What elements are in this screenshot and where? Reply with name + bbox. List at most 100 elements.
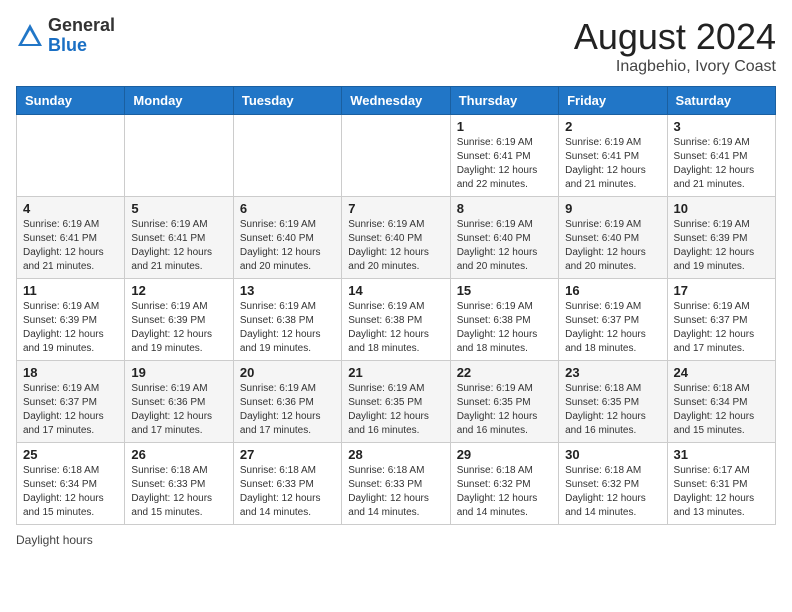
- calendar-body: 1 Sunrise: 6:19 AM Sunset: 6:41 PM Daylig…: [17, 115, 776, 525]
- daylight-hours-label: Daylight hours: [16, 533, 93, 547]
- day-detail: Sunrise: 6:19 AM Sunset: 6:39 PM Dayligh…: [131, 300, 226, 356]
- day-detail: Sunrise: 6:18 AM Sunset: 6:35 PM Dayligh…: [565, 382, 660, 438]
- day-detail: Sunrise: 6:19 AM Sunset: 6:39 PM Dayligh…: [674, 218, 769, 274]
- day-detail: Sunrise: 6:19 AM Sunset: 6:35 PM Dayligh…: [348, 382, 443, 438]
- calendar-cell: 5 Sunrise: 6:19 AM Sunset: 6:41 PM Daylig…: [125, 197, 233, 279]
- calendar-week-row: 18Sunrise: 6:19 AM Sunset: 6:37 PM Dayli…: [17, 361, 776, 443]
- logo-icon: [16, 22, 44, 50]
- calendar-cell: 24 Sunrise: 6:18 AM Sunset: 6:34 PM Dayli…: [667, 361, 775, 443]
- day-number: 16: [565, 283, 660, 298]
- day-number: 14: [348, 283, 443, 298]
- day-number: 26: [131, 447, 226, 462]
- day-header-thursday: Thursday: [450, 87, 558, 115]
- day-header-monday: Monday: [125, 87, 233, 115]
- footer-note: Daylight hours: [16, 533, 776, 547]
- day-number: 24: [674, 365, 769, 380]
- calendar-cell: [233, 115, 341, 197]
- calendar-table: SundayMondayTuesdayWednesdayThursdayFrid…: [16, 86, 776, 525]
- day-detail: Sunrise: 6:19 AM Sunset: 6:38 PM Dayligh…: [348, 300, 443, 356]
- day-header-saturday: Saturday: [667, 87, 775, 115]
- day-header-tuesday: Tuesday: [233, 87, 341, 115]
- day-detail: Sunrise: 6:19 AM Sunset: 6:40 PM Dayligh…: [565, 218, 660, 274]
- calendar-cell: 10Sunrise: 6:19 AM Sunset: 6:39 PM Dayli…: [667, 197, 775, 279]
- day-number: 2: [565, 119, 660, 134]
- day-number: 1: [457, 119, 552, 134]
- day-number: 11: [23, 283, 118, 298]
- day-detail: Sunrise: 6:19 AM Sunset: 6:37 PM Dayligh…: [23, 382, 118, 438]
- day-header-sunday: Sunday: [17, 87, 125, 115]
- calendar-cell: 2 Sunrise: 6:19 AM Sunset: 6:41 PM Daylig…: [559, 115, 667, 197]
- day-number: 3: [674, 119, 769, 134]
- calendar-week-row: 11 Sunrise: 6:19 AM Sunset: 6:39 PM Dayli…: [17, 279, 776, 361]
- day-number: 29: [457, 447, 552, 462]
- day-number: 6: [240, 201, 335, 216]
- calendar-cell: 6 Sunrise: 6:19 AM Sunset: 6:40 PM Daylig…: [233, 197, 341, 279]
- calendar-cell: 12 Sunrise: 6:19 AM Sunset: 6:39 PM Dayli…: [125, 279, 233, 361]
- calendar-cell: 14 Sunrise: 6:19 AM Sunset: 6:38 PM Dayli…: [342, 279, 450, 361]
- calendar-week-row: 1 Sunrise: 6:19 AM Sunset: 6:41 PM Daylig…: [17, 115, 776, 197]
- calendar-cell: 17Sunrise: 6:19 AM Sunset: 6:37 PM Dayli…: [667, 279, 775, 361]
- calendar-cell: 30Sunrise: 6:18 AM Sunset: 6:32 PM Dayli…: [559, 443, 667, 525]
- calendar-cell: 31 Sunrise: 6:17 AM Sunset: 6:31 PM Dayli…: [667, 443, 775, 525]
- month-year-title: August 2024: [574, 16, 776, 58]
- logo-text: General Blue: [48, 16, 115, 56]
- day-detail: Sunrise: 6:19 AM Sunset: 6:39 PM Dayligh…: [23, 300, 118, 356]
- day-detail: Sunrise: 6:18 AM Sunset: 6:34 PM Dayligh…: [674, 382, 769, 438]
- day-number: 25: [23, 447, 118, 462]
- calendar-cell: 3 Sunrise: 6:19 AM Sunset: 6:41 PM Daylig…: [667, 115, 775, 197]
- calendar-week-row: 4Sunrise: 6:19 AM Sunset: 6:41 PM Daylig…: [17, 197, 776, 279]
- calendar-cell: 16 Sunrise: 6:19 AM Sunset: 6:37 PM Dayli…: [559, 279, 667, 361]
- day-detail: Sunrise: 6:18 AM Sunset: 6:33 PM Dayligh…: [240, 464, 335, 520]
- calendar-cell: [17, 115, 125, 197]
- calendar-cell: 13Sunrise: 6:19 AM Sunset: 6:38 PM Dayli…: [233, 279, 341, 361]
- calendar-cell: [125, 115, 233, 197]
- day-number: 28: [348, 447, 443, 462]
- day-detail: Sunrise: 6:19 AM Sunset: 6:36 PM Dayligh…: [240, 382, 335, 438]
- day-number: 31: [674, 447, 769, 462]
- calendar-cell: 7Sunrise: 6:19 AM Sunset: 6:40 PM Daylig…: [342, 197, 450, 279]
- day-detail: Sunrise: 6:18 AM Sunset: 6:33 PM Dayligh…: [348, 464, 443, 520]
- day-header-friday: Friday: [559, 87, 667, 115]
- day-number: 5: [131, 201, 226, 216]
- day-detail: Sunrise: 6:19 AM Sunset: 6:41 PM Dayligh…: [565, 136, 660, 192]
- day-detail: Sunrise: 6:18 AM Sunset: 6:32 PM Dayligh…: [457, 464, 552, 520]
- day-detail: Sunrise: 6:19 AM Sunset: 6:37 PM Dayligh…: [674, 300, 769, 356]
- day-detail: Sunrise: 6:19 AM Sunset: 6:35 PM Dayligh…: [457, 382, 552, 438]
- day-number: 15: [457, 283, 552, 298]
- calendar-header: SundayMondayTuesdayWednesdayThursdayFrid…: [17, 87, 776, 115]
- day-detail: Sunrise: 6:19 AM Sunset: 6:38 PM Dayligh…: [457, 300, 552, 356]
- day-detail: Sunrise: 6:19 AM Sunset: 6:37 PM Dayligh…: [565, 300, 660, 356]
- calendar-cell: 27Sunrise: 6:18 AM Sunset: 6:33 PM Dayli…: [233, 443, 341, 525]
- location-subtitle: Inagbehio, Ivory Coast: [574, 58, 776, 76]
- day-number: 12: [131, 283, 226, 298]
- calendar-cell: 18Sunrise: 6:19 AM Sunset: 6:37 PM Dayli…: [17, 361, 125, 443]
- calendar-cell: 21Sunrise: 6:19 AM Sunset: 6:35 PM Dayli…: [342, 361, 450, 443]
- calendar-cell: 28 Sunrise: 6:18 AM Sunset: 6:33 PM Dayli…: [342, 443, 450, 525]
- calendar-cell: 11 Sunrise: 6:19 AM Sunset: 6:39 PM Dayli…: [17, 279, 125, 361]
- day-number: 7: [348, 201, 443, 216]
- title-section: August 2024 Inagbehio, Ivory Coast: [574, 16, 776, 76]
- day-number: 13: [240, 283, 335, 298]
- day-detail: Sunrise: 6:18 AM Sunset: 6:34 PM Dayligh…: [23, 464, 118, 520]
- day-number: 23: [565, 365, 660, 380]
- calendar-cell: 15 Sunrise: 6:19 AM Sunset: 6:38 PM Dayli…: [450, 279, 558, 361]
- calendar-cell: 29 Sunrise: 6:18 AM Sunset: 6:32 PM Dayli…: [450, 443, 558, 525]
- calendar-cell: 23 Sunrise: 6:18 AM Sunset: 6:35 PM Dayli…: [559, 361, 667, 443]
- day-detail: Sunrise: 6:17 AM Sunset: 6:31 PM Dayligh…: [674, 464, 769, 520]
- day-detail: Sunrise: 6:19 AM Sunset: 6:41 PM Dayligh…: [131, 218, 226, 274]
- calendar-cell: 19Sunrise: 6:19 AM Sunset: 6:36 PM Dayli…: [125, 361, 233, 443]
- calendar-cell: 25 Sunrise: 6:18 AM Sunset: 6:34 PM Dayli…: [17, 443, 125, 525]
- calendar-cell: 9Sunrise: 6:19 AM Sunset: 6:40 PM Daylig…: [559, 197, 667, 279]
- day-number: 22: [457, 365, 552, 380]
- day-detail: Sunrise: 6:19 AM Sunset: 6:41 PM Dayligh…: [23, 218, 118, 274]
- page-header: General Blue August 2024 Inagbehio, Ivor…: [16, 16, 776, 76]
- day-number: 8: [457, 201, 552, 216]
- day-detail: Sunrise: 6:18 AM Sunset: 6:32 PM Dayligh…: [565, 464, 660, 520]
- day-detail: Sunrise: 6:19 AM Sunset: 6:41 PM Dayligh…: [674, 136, 769, 192]
- logo-general: General: [48, 16, 115, 36]
- days-of-week-row: SundayMondayTuesdayWednesdayThursdayFrid…: [17, 87, 776, 115]
- day-detail: Sunrise: 6:19 AM Sunset: 6:40 PM Dayligh…: [240, 218, 335, 274]
- calendar-cell: 4Sunrise: 6:19 AM Sunset: 6:41 PM Daylig…: [17, 197, 125, 279]
- calendar-cell: [342, 115, 450, 197]
- calendar-cell: 22 Sunrise: 6:19 AM Sunset: 6:35 PM Dayli…: [450, 361, 558, 443]
